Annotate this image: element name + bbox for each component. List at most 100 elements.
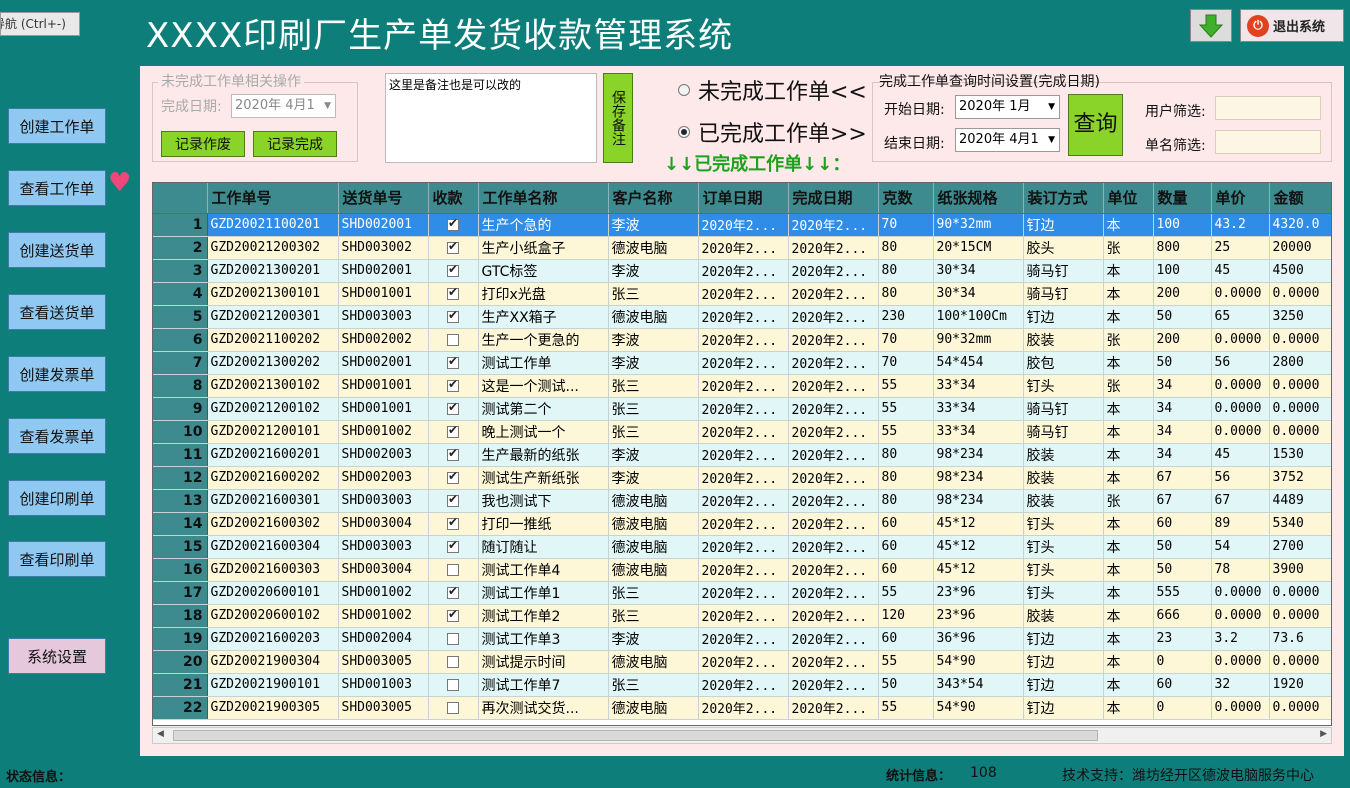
table-row[interactable]: 5GZD20021200301SHD003003生产XX箱子德波电脑2020年2…	[153, 305, 1331, 329]
table-cell[interactable]: 0.0000	[1211, 374, 1270, 398]
table-cell[interactable]: 本	[1103, 466, 1154, 490]
start-date-picker[interactable]: 2020年 1月 ▼	[955, 95, 1060, 119]
table-cell[interactable]: SHD003003	[338, 305, 429, 329]
table-cell[interactable]: 90*32mm	[933, 213, 1024, 237]
table-cell[interactable]: 50	[878, 673, 934, 697]
table-cell[interactable]: 0.0000	[1269, 374, 1331, 398]
table-cell[interactable]: 0.0000	[1211, 282, 1270, 306]
table-cell[interactable]: 80	[878, 466, 934, 490]
table-cell[interactable]: 45*12	[933, 558, 1024, 582]
table-cell[interactable]: SHD001001	[338, 374, 429, 398]
table-cell[interactable]: 钉头	[1023, 512, 1104, 536]
table-cell[interactable]: GZD20021600202	[207, 466, 339, 490]
table-cell[interactable]: 555	[1153, 581, 1212, 605]
table-cell[interactable]: 2020年2...	[698, 696, 789, 720]
table-cell[interactable]: 2020年2...	[698, 466, 789, 490]
table-cell[interactable]: 0.0000	[1211, 650, 1270, 674]
table-cell[interactable]: SHD001003	[338, 673, 429, 697]
paid-checkbox-cell[interactable]	[428, 236, 479, 260]
table-cell[interactable]: SHD001001	[338, 282, 429, 306]
table-cell[interactable]: 胶装	[1023, 604, 1104, 628]
table-cell[interactable]: 张	[1103, 489, 1154, 513]
row-header[interactable]: 2	[153, 236, 208, 260]
table-cell[interactable]: 90*32mm	[933, 328, 1024, 352]
table-cell[interactable]: 0.0000	[1269, 397, 1331, 421]
name-filter-input[interactable]	[1215, 130, 1321, 154]
column-header[interactable]: 工作单名称	[478, 183, 609, 214]
paid-checkbox[interactable]	[447, 400, 459, 415]
table-cell[interactable]: 54	[1211, 535, 1270, 559]
table-cell[interactable]: 2700	[1269, 535, 1331, 559]
scroll-right-icon[interactable]: ▶	[1320, 729, 1327, 739]
table-cell[interactable]: 666	[1153, 604, 1212, 628]
paid-checkbox[interactable]	[447, 655, 459, 668]
record-complete-button[interactable]: 记录完成	[253, 131, 337, 157]
view-invoice-button[interactable]: 查看发票单	[8, 418, 106, 454]
table-cell[interactable]: 45	[1211, 259, 1270, 283]
table-cell[interactable]: 2020年2...	[698, 650, 789, 674]
table-cell[interactable]: 67	[1153, 466, 1212, 490]
table-cell[interactable]: SHD001002	[338, 581, 429, 605]
table-cell[interactable]: 100	[1153, 259, 1212, 283]
table-cell[interactable]: 0.0000	[1269, 328, 1331, 352]
column-header[interactable]: 送货单号	[338, 183, 429, 214]
table-cell[interactable]: 0.0000	[1211, 420, 1270, 444]
table-cell[interactable]: 2020年2...	[788, 305, 879, 329]
row-header[interactable]: 15	[153, 535, 208, 559]
row-header[interactable]: 19	[153, 627, 208, 651]
table-cell[interactable]: 36*96	[933, 627, 1024, 651]
paid-checkbox-cell[interactable]	[428, 558, 479, 582]
create-invoice-button[interactable]: 创建发票单	[8, 356, 106, 392]
table-cell[interactable]: 李波	[608, 213, 699, 237]
table-row[interactable]: 12GZD20021600202SHD002003测试生产新纸张李波2020年2…	[153, 466, 1331, 490]
table-cell[interactable]: 2020年2...	[698, 282, 789, 306]
table-cell[interactable]: 李波	[608, 328, 699, 352]
column-header[interactable]: 工作单号	[207, 183, 339, 214]
table-cell[interactable]: 张三	[608, 604, 699, 628]
table-cell[interactable]: 本	[1103, 650, 1154, 674]
paid-checkbox[interactable]	[447, 308, 459, 323]
table-cell[interactable]: 2020年2...	[698, 374, 789, 398]
table-cell[interactable]: 2020年2...	[788, 351, 879, 375]
paid-checkbox[interactable]	[447, 563, 459, 576]
table-cell[interactable]: 30*34	[933, 282, 1024, 306]
table-cell[interactable]: 2020年2...	[788, 328, 879, 352]
table-cell[interactable]: 本	[1103, 305, 1154, 329]
table-cell[interactable]: 2020年2...	[698, 443, 789, 467]
row-header[interactable]: 3	[153, 259, 208, 283]
table-cell[interactable]: 张三	[608, 673, 699, 697]
table-cell[interactable]: 2020年2...	[788, 558, 879, 582]
table-cell[interactable]: 钉头	[1023, 374, 1104, 398]
table-cell[interactable]: 钉头	[1023, 558, 1104, 582]
table-cell[interactable]: 120	[878, 604, 934, 628]
table-cell[interactable]: 56	[1211, 351, 1270, 375]
table-cell[interactable]: 800	[1153, 236, 1212, 260]
table-cell[interactable]: 80	[878, 489, 934, 513]
paid-checkbox-cell[interactable]	[428, 420, 479, 444]
table-cell[interactable]: 2020年2...	[698, 420, 789, 444]
table-cell[interactable]: SHD001002	[338, 420, 429, 444]
table-cell[interactable]: 2020年2...	[788, 581, 879, 605]
table-cell[interactable]: 本	[1103, 581, 1154, 605]
table-cell[interactable]: GZD20021600201	[207, 443, 339, 467]
table-cell[interactable]: 2020年2...	[698, 512, 789, 536]
table-cell[interactable]: 67	[1211, 489, 1270, 513]
create-print-order-button[interactable]: 创建印刷单	[8, 480, 106, 516]
scroll-left-icon[interactable]: ◀	[157, 729, 164, 739]
table-row[interactable]: 4GZD20021300101SHD001001打印x光盘张三2020年2...…	[153, 282, 1331, 306]
table-cell[interactable]: 0.0000	[1269, 581, 1331, 605]
table-cell[interactable]: 60	[878, 512, 934, 536]
column-header[interactable]: 装订方式	[1023, 183, 1104, 214]
table-cell[interactable]: 0.0000	[1211, 581, 1270, 605]
paid-checkbox-cell[interactable]	[428, 650, 479, 674]
table-cell[interactable]: 钉边	[1023, 696, 1104, 720]
table-cell[interactable]: 200	[1153, 328, 1212, 352]
table-row[interactable]: 18GZD20020600102SHD001002测试工作单2张三2020年2.…	[153, 604, 1331, 628]
table-cell[interactable]: 4489	[1269, 489, 1331, 513]
table-cell[interactable]: 测试工作单1	[478, 581, 609, 605]
table-cell[interactable]: GZD20021200101	[207, 420, 339, 444]
exit-button[interactable]: ⏻ 退出系统	[1240, 9, 1344, 42]
table-cell[interactable]: 43.2	[1211, 213, 1270, 237]
paid-checkbox-cell[interactable]	[428, 604, 479, 628]
table-cell[interactable]: 200	[1153, 282, 1212, 306]
